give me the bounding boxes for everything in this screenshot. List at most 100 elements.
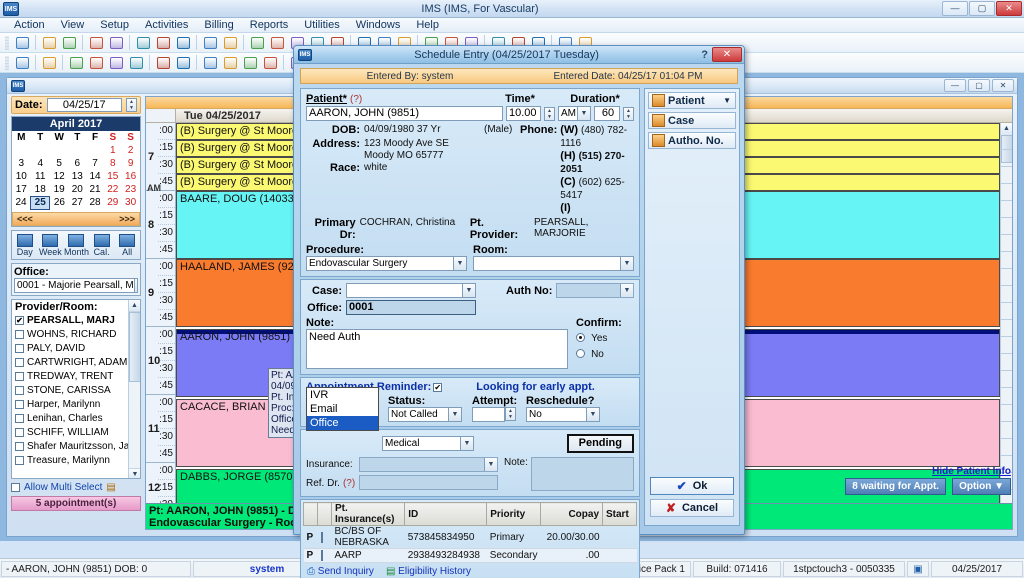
menu-item-utilities[interactable]: Utilities	[296, 18, 347, 32]
provider-item-3[interactable]: CARTWRIGHT, ADAM	[12, 356, 140, 370]
ok-button[interactable]: ✔ Ok	[650, 477, 734, 495]
confirm-yes-radio[interactable]	[576, 333, 585, 342]
shield-icon[interactable]	[174, 34, 192, 51]
date-input[interactable]: 04/25/17	[46, 98, 122, 112]
schedule-maximize-button[interactable]: ▢	[968, 79, 990, 92]
view-button-all[interactable]: All	[115, 233, 139, 258]
provider-checkbox[interactable]	[15, 400, 24, 409]
calendar-day-15[interactable]: 15	[104, 170, 122, 183]
provider-item-0[interactable]: ✔ PEARSALL, MARJ	[12, 314, 140, 328]
prev-record-icon[interactable]	[87, 54, 105, 71]
provider-item-7[interactable]: Lenihan, Charles	[12, 412, 140, 426]
procedure-select[interactable]: Endovascular Surgery ▼	[306, 256, 467, 271]
provider-checkbox[interactable]	[15, 428, 24, 437]
insurance-column-4[interactable]: Priority	[486, 502, 541, 526]
hide-patient-info-link[interactable]: Hide Patient Info	[827, 466, 1011, 477]
provider-item-8[interactable]: SCHIFF, WILLIAM	[12, 426, 140, 440]
eligibility-history-link[interactable]: ▤ Eligibility History	[386, 566, 471, 577]
provider-checkbox[interactable]	[15, 456, 24, 465]
insurance-row[interactable]: P BC/BS OF NEBRASKA 573845834950 Primary 20.…	[303, 525, 637, 549]
calendar-day-11[interactable]: 11	[31, 170, 50, 183]
appointment-reminder-checkbox[interactable]: ✔	[433, 382, 443, 392]
insurance-column-6[interactable]: Start	[602, 502, 637, 526]
provider-checkbox[interactable]	[15, 386, 24, 395]
provider-item-10[interactable]: Treasure, Marilynn	[12, 454, 140, 468]
reschedule-select[interactable]: No ▼	[526, 407, 600, 422]
calendar-day-5[interactable]: 5	[50, 157, 69, 170]
provider-checkbox[interactable]: ✔	[15, 316, 24, 325]
dialog-side-button-autho--no-[interactable]: Autho. No.	[648, 132, 736, 149]
cancel-button[interactable]: ✘ Cancel	[650, 499, 734, 517]
menu-item-billing[interactable]: Billing	[196, 18, 241, 32]
dollar-circle-icon[interactable]	[268, 34, 286, 51]
duration-input[interactable]: 60	[594, 106, 620, 121]
calendar-next-year-button[interactable]: >>	[124, 214, 135, 224]
grid-scroll-up-icon[interactable]: ▲	[1001, 123, 1012, 135]
patient-icon[interactable]	[13, 34, 31, 51]
room-select[interactable]: ▼	[473, 256, 634, 271]
menu-item-reports[interactable]: Reports	[242, 18, 297, 32]
option-button[interactable]: Option ▼	[952, 478, 1011, 495]
time-slot[interactable]: :00	[158, 191, 175, 208]
view-button-day[interactable]: Day	[13, 233, 37, 258]
patient-input[interactable]: AARON, JOHN (9851)	[306, 106, 503, 121]
auth-no-select[interactable]: ▼	[556, 283, 634, 298]
time-slot[interactable]: :30	[158, 293, 175, 310]
calendar-day-6[interactable]: 6	[68, 157, 86, 170]
insurance-row[interactable]: P AARP 2938493284938 Secondary .00	[303, 548, 637, 563]
calendar-day-25[interactable]: 25	[30, 195, 51, 210]
calendar-day-23[interactable]: 23	[122, 183, 140, 196]
provider-item-2[interactable]: PALY, DAVID	[12, 342, 140, 356]
calendar-day-26[interactable]: 26	[50, 196, 69, 209]
schedule-close-button[interactable]: ✕	[992, 79, 1014, 92]
provider-checkbox[interactable]	[15, 330, 24, 339]
clipboard-icon[interactable]	[201, 54, 219, 71]
calendar-day-24[interactable]: 24	[12, 196, 31, 209]
dialog-side-button-patient[interactable]: Patient ▼	[648, 92, 736, 109]
dialog-close-button[interactable]: ✕	[712, 47, 742, 62]
calendar-day-7[interactable]: 7	[86, 157, 104, 170]
ref-dr-help-icon[interactable]: (?)	[343, 478, 355, 489]
provider-item-9[interactable]: Shafer Mauritzsson, Ja	[12, 440, 140, 454]
insurance-column-0[interactable]	[303, 502, 318, 526]
office-select[interactable]: 0001 - Majorie Pearsall, M ▼	[14, 277, 138, 293]
provider-checkbox[interactable]	[15, 358, 24, 367]
view-button-cal[interactable]: Cal.	[90, 233, 114, 258]
first-record-icon[interactable]	[67, 54, 85, 71]
allow-multi-select-row[interactable]: Allow Multi Select ▤	[11, 482, 141, 493]
snowflake-icon[interactable]	[261, 54, 279, 71]
dollar-icon[interactable]	[248, 34, 266, 51]
insurance-column-3[interactable]: ID	[404, 502, 488, 526]
insurance-checkbox[interactable]	[320, 531, 323, 543]
provider-checkbox[interactable]	[15, 344, 24, 353]
calendar-day-12[interactable]: 12	[50, 170, 69, 183]
status-select[interactable]: Not Called ▼	[388, 407, 462, 422]
toolbar-grip[interactable]	[5, 55, 9, 70]
rx-icon[interactable]	[134, 34, 152, 51]
provider-item-4[interactable]: TREDWAY, TRENT	[12, 370, 140, 384]
time-spinner[interactable]: ▲ ▼	[544, 106, 555, 121]
calendar-day-2[interactable]: 2	[122, 144, 140, 157]
scroll-down-icon[interactable]: ▼	[129, 467, 140, 478]
calendar-day-3[interactable]: 3	[12, 157, 31, 170]
scroll-up-icon[interactable]: ▲	[129, 299, 140, 312]
time-slot[interactable]: :30	[158, 157, 175, 174]
multi-select-icon[interactable]: ▤	[106, 482, 115, 493]
calendar-day-10[interactable]: 10	[12, 170, 31, 183]
binoculars-icon[interactable]	[13, 54, 31, 71]
provider-checkbox[interactable]	[15, 372, 24, 381]
next-record-icon[interactable]	[107, 54, 125, 71]
last-record-icon[interactable]	[127, 54, 145, 71]
attempt-spinner[interactable]: ▲ ▼	[505, 407, 516, 421]
time-slot[interactable]: :30	[158, 429, 175, 446]
calendar-day-9[interactable]: 9	[122, 157, 140, 170]
menu-item-activities[interactable]: Activities	[137, 18, 196, 32]
reminder-option-email[interactable]: Email	[307, 402, 378, 416]
reminder-option-office[interactable]: Office	[307, 416, 378, 430]
send-inquiry-link[interactable]: ⎙ Send Inquiry	[307, 566, 374, 577]
menu-item-windows[interactable]: Windows	[348, 18, 409, 32]
ref-dr-input[interactable]	[359, 475, 498, 490]
calendar-day-1[interactable]: 1	[104, 144, 122, 157]
time-slot[interactable]: :00	[158, 259, 175, 276]
calendar-day-20[interactable]: 20	[68, 183, 86, 196]
